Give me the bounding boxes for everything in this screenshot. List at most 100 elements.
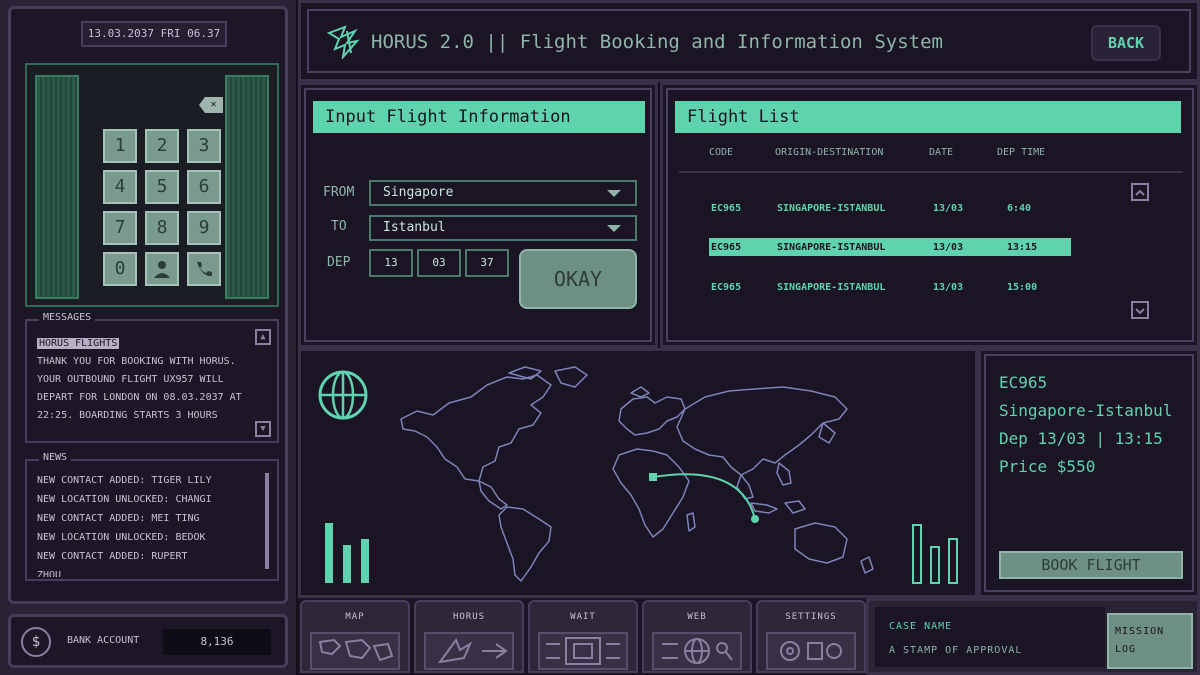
row-route: SINGAPORE-ISTANBUL xyxy=(777,282,886,293)
row-time: 15:00 xyxy=(1007,282,1038,293)
phone-panel: 13.03.2037 FRI 06.37 ✕ 1 2 3 4 5 6 7 8 9… xyxy=(0,0,296,675)
row-code: EC965 xyxy=(711,282,742,293)
key-3[interactable]: 3 xyxy=(187,129,221,163)
plane-icon xyxy=(424,632,514,670)
bank-account: $ BANK ACCOUNT 8,136 xyxy=(8,614,288,668)
row-code: EC965 xyxy=(711,242,742,253)
key-4[interactable]: 4 xyxy=(103,170,137,204)
nav-tab-label: WEB xyxy=(687,612,707,622)
contact-icon xyxy=(154,261,170,278)
key-9[interactable]: 9 xyxy=(187,211,221,245)
dep-day-input[interactable]: 13 xyxy=(369,249,413,277)
dep-label: DEP xyxy=(327,255,351,270)
row-route: SINGAPORE-ISTANBUL xyxy=(777,203,886,214)
key-1[interactable]: 1 xyxy=(103,129,137,163)
phone-body: 13.03.2037 FRI 06.37 ✕ 1 2 3 4 5 6 7 8 9… xyxy=(8,6,288,604)
nav-tab-map[interactable]: MAP xyxy=(300,600,410,673)
column-header-code: CODE xyxy=(709,147,734,158)
message-text: THANK YOU FOR BOOKING WITH HORUS. YOUR O… xyxy=(37,356,242,421)
dep-year-input[interactable]: 37 xyxy=(465,249,509,277)
chevron-down-icon xyxy=(607,190,621,197)
nav-tab-label: MAP xyxy=(345,612,365,622)
phone-call-icon xyxy=(197,262,212,277)
horus-logo-icon xyxy=(326,25,360,59)
nav-tab-horus[interactable]: HORUS xyxy=(414,600,524,673)
row-date: 13/03 xyxy=(933,282,964,293)
chevron-up-icon xyxy=(1135,189,1145,196)
row-time: 6:40 xyxy=(1007,203,1032,214)
news-item: NEW LOCATION UNLOCKED: CHANGI xyxy=(37,494,212,505)
key-5[interactable]: 5 xyxy=(145,170,179,204)
book-flight-button[interactable]: BOOK FLIGHT xyxy=(999,551,1183,579)
case-name-label: CASE NAME xyxy=(889,621,953,632)
list-scroll-down[interactable] xyxy=(1131,301,1149,319)
speaker-grill-left xyxy=(35,75,79,299)
mission-log-button[interactable]: MISSION LOG xyxy=(1107,613,1193,669)
key-6[interactable]: 6 xyxy=(187,170,221,204)
okay-button[interactable]: OKAY xyxy=(519,249,637,309)
nav-tab-web[interactable]: WEB xyxy=(642,600,752,673)
column-header-time: DEP TIME xyxy=(997,147,1046,158)
keypad: ✕ 1 2 3 4 5 6 7 8 9 0 xyxy=(25,63,279,307)
nav-tab-label: WAIT xyxy=(570,612,596,622)
to-select[interactable]: Istanbul xyxy=(369,215,637,241)
dep-month-input[interactable]: 03 xyxy=(417,249,461,277)
detail-price: Price $550 xyxy=(999,457,1096,476)
signal-bars-left xyxy=(325,523,369,583)
news-title: NEWS xyxy=(39,452,72,463)
input-panel-title: Input Flight Information xyxy=(313,101,645,133)
key-2[interactable]: 2 xyxy=(145,129,179,163)
bank-label: BANK ACCOUNT xyxy=(67,635,140,646)
from-select[interactable]: Singapore xyxy=(369,180,637,206)
news-item: NEW CONTACT ADDED: MEI TING xyxy=(37,513,200,524)
messages-scroll-up[interactable]: ▲ xyxy=(255,329,271,345)
news-list: NEW CONTACT ADDED: TIGER LILY NEW LOCATI… xyxy=(37,471,259,577)
phone-datetime: 13.03.2037 FRI 06.37 xyxy=(81,21,227,47)
from-label: FROM xyxy=(323,185,355,200)
call-button[interactable] xyxy=(187,252,221,286)
speaker-grill-right xyxy=(225,75,269,299)
bank-balance: 8,136 xyxy=(163,629,271,655)
row-date: 13/03 xyxy=(933,203,964,214)
list-scroll-up[interactable] xyxy=(1131,183,1149,201)
gear-icon xyxy=(766,632,856,670)
column-header-date: DATE xyxy=(929,147,954,158)
flight-list-title: Flight List xyxy=(675,101,1181,133)
from-value: Singapore xyxy=(383,185,454,200)
case-name-value: A STAMP OF APPROVAL xyxy=(889,645,1023,656)
world-map xyxy=(400,366,874,582)
hourglass-icon xyxy=(538,632,628,670)
messages-scroll-down[interactable]: ▼ xyxy=(255,421,271,437)
detail-departure: Dep 13/03 | 13:15 xyxy=(999,429,1163,448)
key-7[interactable]: 7 xyxy=(103,211,137,245)
app-header: HORUS 2.0 || Flight Booking and Informat… xyxy=(298,0,1200,82)
world-map-panel xyxy=(298,348,978,598)
news-item: NEW CONTACT ADDED: TIGER LILY xyxy=(37,475,212,486)
detail-route: Singapore-Istanbul xyxy=(999,401,1173,420)
row-route: SINGAPORE-ISTANBUL xyxy=(777,242,886,253)
messages-box: MESSAGES HORUS FLIGHTS THANK YOU FOR BOO… xyxy=(25,312,279,443)
nav-tab-settings[interactable]: SETTINGS xyxy=(756,600,866,673)
row-time: 13:15 xyxy=(1007,242,1038,253)
nav-tab-label: SETTINGS xyxy=(785,612,837,622)
contacts-button[interactable] xyxy=(145,252,179,286)
bottom-nav: MAP HORUS WAIT WEB SETTINGS xyxy=(298,598,866,675)
backspace-button[interactable]: ✕ xyxy=(199,97,223,113)
origin-marker xyxy=(649,473,657,481)
destination-marker xyxy=(751,515,759,523)
app-title: HORUS 2.0 || Flight Booking and Informat… xyxy=(371,31,943,53)
map-icon xyxy=(310,632,400,670)
globe-icon xyxy=(318,370,368,420)
key-8[interactable]: 8 xyxy=(145,211,179,245)
news-scrollbar[interactable] xyxy=(265,473,269,569)
signal-bars-right xyxy=(912,524,958,584)
news-box: NEWS NEW CONTACT ADDED: TIGER LILY NEW L… xyxy=(25,452,279,581)
messages-title: MESSAGES xyxy=(39,312,96,323)
chevron-down-icon xyxy=(607,225,621,232)
news-item: NEW CONTACT ADDED: RUPERT xyxy=(37,551,188,562)
flight-list-panel: Flight List CODE ORIGIN-DESTINATION DATE… xyxy=(660,82,1200,348)
key-0[interactable]: 0 xyxy=(103,252,137,286)
news-item: ZHOU xyxy=(37,570,62,577)
nav-tab-wait[interactable]: WAIT xyxy=(528,600,638,673)
back-button[interactable]: BACK xyxy=(1091,25,1161,61)
